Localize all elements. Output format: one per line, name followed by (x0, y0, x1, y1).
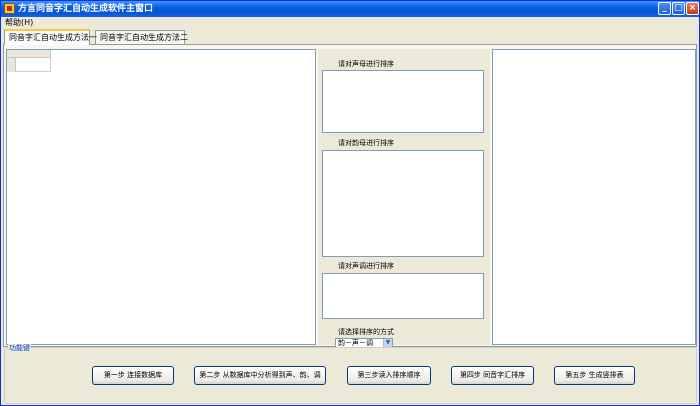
step4-sort-homophones-button[interactable]: 第四步 同音字汇排序 (451, 366, 534, 385)
menu-help[interactable]: 帮助(H) (5, 18, 33, 28)
minimize-button[interactable]: _ (658, 2, 671, 15)
output-textbox[interactable] (492, 49, 696, 345)
main-window: 方言同音字汇自动生成软件主窗口 _ □ × 帮助(H) 同音字汇自动生成方法一 … (0, 0, 700, 406)
sort-method-value: 韵－声－调 (338, 339, 373, 347)
grid-new-row[interactable] (7, 58, 51, 72)
tone-sort-textbox[interactable] (322, 273, 484, 319)
tone-sort-label: 请对声调进行排序 (338, 262, 394, 270)
menu-bar: 帮助(H) (1, 17, 699, 29)
sorting-panel: 请对声母进行排序 请对韵母进行排序 请对声调进行排序 请选择排序的方式 韵－声－… (318, 49, 490, 348)
step2-analyze-db-button[interactable]: 第二步 从数据库中分析得到声、韵、调 (194, 366, 326, 385)
step1-connect-db-button[interactable]: 第一步 连接数据库 (92, 366, 174, 385)
grid-header-row (7, 50, 51, 58)
final-sort-textbox[interactable] (322, 150, 484, 257)
close-button[interactable]: × (686, 2, 699, 15)
final-sort-label: 请对韵母进行排序 (338, 139, 394, 147)
tab-method-one[interactable]: 同音字汇自动生成方法一 (4, 29, 97, 45)
initial-sort-label: 请对声母进行排序 (338, 60, 394, 68)
maximize-button[interactable]: □ (672, 2, 685, 15)
sort-method-label: 请选择排序的方式 (338, 328, 394, 336)
results-grid[interactable] (6, 49, 316, 345)
step5-vertical-table-button[interactable]: 第五步 生成竖排表 (554, 366, 635, 385)
window-title: 方言同音字汇自动生成软件主窗口 (18, 4, 154, 14)
step3-read-order-button[interactable]: 第三步读入排序顺序 (347, 366, 431, 385)
title-bar[interactable]: 方言同音字汇自动生成软件主窗口 _ □ × (1, 1, 699, 17)
tab-method-two[interactable]: 同音字汇自动生成方法二 (95, 30, 188, 44)
initial-sort-textbox[interactable] (322, 70, 484, 133)
chevron-down-icon[interactable]: ▼ (383, 339, 392, 347)
function-key-legend: 功能键 (8, 344, 31, 352)
app-icon (4, 3, 15, 14)
